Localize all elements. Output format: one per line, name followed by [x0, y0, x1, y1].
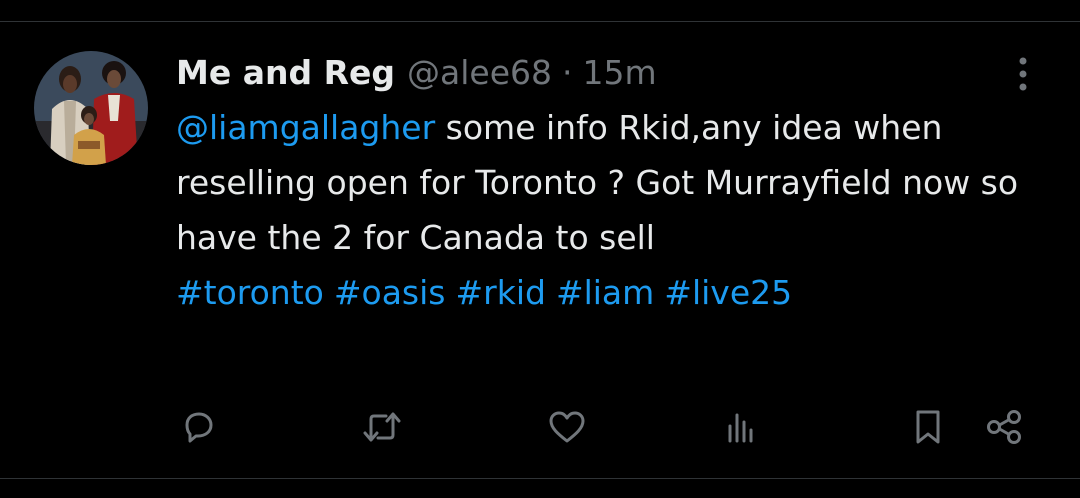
mention-link[interactable]: @liamgallagher	[176, 108, 435, 147]
separator-dot: ·	[562, 52, 573, 92]
more-options-button[interactable]	[1006, 54, 1040, 94]
hashtag-link[interactable]: #rkid	[455, 273, 545, 312]
hashtag-link[interactable]: #live25	[664, 273, 792, 312]
heart-icon	[549, 411, 585, 443]
hashtag-link[interactable]: #toronto	[176, 273, 324, 312]
share-button[interactable]	[982, 405, 1026, 449]
views-button[interactable]	[718, 405, 762, 449]
hashtag-link[interactable]: #liam	[556, 273, 654, 312]
bookmark-icon	[916, 410, 940, 444]
user-handle[interactable]: @alee68	[407, 53, 552, 92]
analytics-icon	[728, 413, 753, 443]
tweet-time[interactable]: 15m	[583, 53, 657, 92]
hashtag-list: #toronto #oasis #rkid #liam #live25	[176, 265, 1056, 320]
share-icon	[987, 410, 1021, 444]
more-vertical-icon	[1019, 57, 1027, 91]
reply-button[interactable]	[176, 405, 220, 449]
tweet-body: @liamgallagher some info Rkid,any idea w…	[176, 100, 1036, 265]
tweet-content: Me and Reg @alee68 · 15m @liamgallagher …	[176, 44, 1056, 320]
top-divider	[0, 21, 1080, 22]
display-name[interactable]: Me and Reg	[176, 53, 395, 92]
avatar-image	[34, 51, 148, 165]
hashtag-link[interactable]: #oasis	[334, 273, 446, 312]
reply-icon	[185, 412, 213, 443]
repost-icon	[363, 412, 401, 442]
avatar[interactable]	[34, 51, 148, 165]
bookmark-button[interactable]	[906, 405, 950, 449]
bottom-divider	[0, 478, 1080, 479]
tweet-header: Me and Reg @alee68 · 15m	[176, 44, 1056, 100]
repost-button[interactable]	[360, 405, 404, 449]
like-button[interactable]	[545, 405, 589, 449]
